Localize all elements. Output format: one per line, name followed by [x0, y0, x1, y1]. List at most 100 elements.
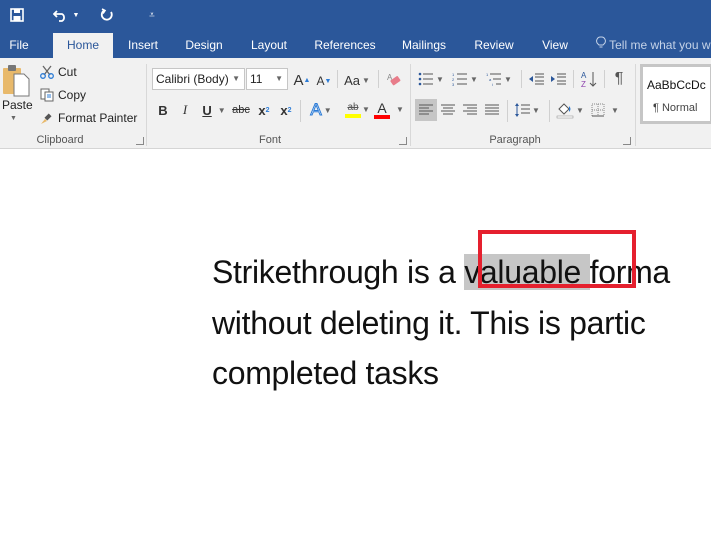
- underline-button[interactable]: U ▼: [199, 100, 229, 120]
- svg-text:3: 3: [452, 82, 455, 86]
- highlight-dropdown-icon[interactable]: ▼: [362, 105, 370, 114]
- group-separator: [410, 64, 411, 146]
- document-line-2[interactable]: without deleting it. This is partic: [212, 305, 646, 342]
- line-spacing-button[interactable]: ▼: [512, 99, 542, 121]
- redo-button[interactable]: [96, 4, 118, 26]
- tab-references[interactable]: References: [310, 33, 380, 58]
- font-color-dropdown-icon[interactable]: ▼: [396, 105, 404, 114]
- divider: [300, 100, 301, 122]
- superscript-icon: x: [280, 102, 288, 118]
- copy-button[interactable]: Copy: [40, 86, 86, 103]
- format-painter-button[interactable]: Format Painter: [40, 109, 137, 126]
- scissors-icon: [40, 65, 54, 79]
- show-formatting-button[interactable]: ¶: [610, 70, 628, 88]
- svg-text:A: A: [581, 71, 587, 80]
- clipboard-group-label: Clipboard: [36, 134, 84, 146]
- shading-button[interactable]: ▼: [555, 99, 585, 121]
- superscript-button[interactable]: x2: [278, 100, 294, 120]
- divider: [604, 70, 605, 88]
- eraser-icon: A: [387, 73, 401, 86]
- subscript-button[interactable]: x2: [256, 100, 272, 120]
- paste-button[interactable]: [2, 62, 30, 98]
- tab-mailings[interactable]: Mailings: [396, 33, 452, 58]
- clipboard-dialog-launcher[interactable]: [136, 137, 144, 145]
- divider: [521, 70, 522, 88]
- tab-design[interactable]: Design: [178, 33, 230, 58]
- divider: [378, 70, 379, 88]
- numbering-icon: 123: [452, 72, 468, 86]
- shrink-font-button[interactable]: A ▼: [316, 72, 332, 90]
- copy-icon: [40, 88, 54, 101]
- divider: [549, 100, 550, 122]
- font-size-combo[interactable]: 11 ▼: [246, 68, 288, 90]
- grow-font-icon: A: [293, 71, 304, 89]
- tab-review[interactable]: Review: [470, 33, 518, 58]
- sort-button[interactable]: AZ: [579, 68, 599, 90]
- divider: [573, 70, 574, 88]
- align-left-button[interactable]: [415, 99, 437, 121]
- undo-icon: [52, 10, 65, 22]
- italic-button[interactable]: I: [177, 100, 193, 120]
- tab-view[interactable]: View: [536, 33, 574, 58]
- increase-indent-button[interactable]: [548, 70, 568, 88]
- customize-qat-button[interactable]: ⩡: [144, 4, 160, 26]
- change-case-button[interactable]: Aa ▼: [342, 70, 372, 90]
- divider: [507, 100, 508, 122]
- paste-dropdown-icon[interactable]: ▼: [10, 115, 17, 122]
- subscript-icon: x: [258, 102, 266, 118]
- bold-icon: B: [158, 102, 168, 118]
- numbering-button[interactable]: 1 2 3 ▼: [451, 70, 479, 88]
- tell-me-text: Tell me what you w: [609, 38, 711, 52]
- shading-icon: [556, 103, 574, 119]
- font-dialog-launcher[interactable]: [399, 137, 407, 145]
- paragraph-dialog-launcher[interactable]: [623, 137, 631, 145]
- align-center-button[interactable]: [437, 99, 459, 121]
- cut-label: Cut: [58, 64, 77, 79]
- align-left-icon: [419, 104, 433, 115]
- line-spacing-icon: [515, 103, 531, 117]
- font-color-button[interactable]: A: [372, 99, 392, 121]
- sort-icon: AZ: [581, 71, 597, 88]
- decrease-indent-button[interactable]: [526, 70, 546, 88]
- clear-formatting-button[interactable]: A: [384, 70, 404, 90]
- tell-me-search[interactable]: Tell me what you w: [596, 33, 711, 58]
- document-line-3[interactable]: completed tasks: [212, 355, 439, 392]
- underline-icon: U: [202, 102, 212, 118]
- align-center-icon: [441, 104, 455, 115]
- group-separator: [146, 64, 147, 146]
- tab-layout[interactable]: Layout: [244, 33, 294, 58]
- tab-file[interactable]: File: [0, 33, 38, 58]
- shrink-font-icon: A: [316, 74, 325, 88]
- font-name-combo[interactable]: Calibri (Body) ▼: [152, 68, 245, 90]
- chevron-down-icon: ▼: [275, 74, 283, 83]
- undo-dropdown-icon[interactable]: ▼: [73, 12, 80, 19]
- tab-insert[interactable]: Insert: [120, 33, 166, 58]
- text-run: Strikethrough is a: [212, 254, 465, 290]
- strikethrough-button[interactable]: abc: [231, 100, 251, 120]
- borders-button[interactable]: ▼: [590, 99, 620, 121]
- format-painter-label: Format Painter: [58, 110, 138, 125]
- justify-button[interactable]: [481, 99, 503, 121]
- paste-label[interactable]: Paste: [2, 98, 33, 112]
- tab-home[interactable]: Home: [53, 33, 113, 58]
- paste-icon: [3, 65, 30, 97]
- font-color-icon: A: [377, 100, 387, 116]
- decrease-indent-icon: [529, 73, 544, 85]
- style-normal[interactable]: AaBbCcDc ¶ Normal: [642, 66, 711, 122]
- multilevel-list-button[interactable]: 1 a i ▼: [485, 70, 513, 88]
- undo-button[interactable]: ▼: [48, 4, 84, 26]
- text-effects-button[interactable]: A ▼: [306, 100, 336, 120]
- bold-button[interactable]: B: [155, 100, 171, 120]
- grow-font-button[interactable]: A ▲: [293, 70, 311, 90]
- borders-icon: [591, 103, 605, 117]
- copy-label: Copy: [58, 87, 87, 102]
- customize-qat-icon: ⩡: [149, 9, 155, 21]
- bullets-button[interactable]: ▼: [417, 70, 445, 88]
- cut-button[interactable]: Cut: [40, 63, 77, 80]
- align-right-button[interactable]: [459, 99, 481, 121]
- save-button[interactable]: [6, 4, 28, 26]
- italic-icon: I: [182, 102, 188, 117]
- font-name-value: Calibri (Body): [156, 72, 229, 86]
- multilevel-list-icon: 1ai: [486, 72, 502, 86]
- divider: [337, 70, 338, 88]
